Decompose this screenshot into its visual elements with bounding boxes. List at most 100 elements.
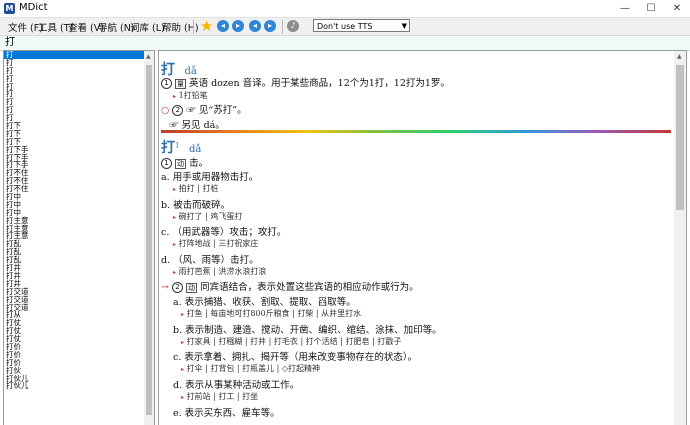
example-text: 打伞 | 打背包 | 打瓶盖儿 | ◇打起精神 bbox=[186, 364, 321, 373]
toolbar-separator bbox=[193, 20, 194, 34]
pos-tag: 动 bbox=[186, 282, 198, 293]
see-icon: ☞ bbox=[186, 105, 196, 116]
subsense-a: a. 用手或用器物击打。 bbox=[161, 172, 259, 183]
scrollbar-thumb[interactable] bbox=[146, 65, 152, 415]
bullet-icon: ▸ bbox=[173, 269, 177, 276]
list-item[interactable]: 打 bbox=[4, 51, 154, 59]
subsense-d: d. （风、雨等）击打。 bbox=[161, 255, 259, 266]
example-text: 雨打芭蕉 | 洪涝水浪打浪 bbox=[178, 267, 267, 276]
word-list: 打打打打打打打打打打下 打下 打下 打下手 打下手 打下手 打不住 打不住 打不住 打中 打中 打中打… bbox=[3, 50, 155, 425]
star-icon[interactable]: ★ bbox=[200, 17, 213, 35]
title-bar: M MDict — ☐ ✕ bbox=[0, 0, 690, 18]
definition-text: 同宾语结合，表示处置这些宾语的相应动作或行为。 bbox=[200, 282, 419, 293]
list-item[interactable]: 打价 bbox=[4, 350, 154, 359]
list-item[interactable]: 打仗 bbox=[4, 319, 154, 327]
pinyin: dǎ bbox=[188, 144, 202, 155]
list-item[interactable]: 打 bbox=[4, 82, 154, 91]
maximize-button[interactable]: ☐ bbox=[638, 0, 664, 17]
list-item[interactable]: 打中 bbox=[4, 193, 154, 201]
list-item[interactable]: 打价 bbox=[4, 358, 154, 367]
tts-select[interactable]: Don't use TTS ▼ bbox=[313, 19, 410, 32]
minimize-button[interactable]: — bbox=[612, 0, 638, 17]
menu-library[interactable]: 词库 (L) bbox=[130, 20, 165, 34]
scroll-up-icon[interactable]: ▲ bbox=[677, 53, 682, 60]
prev-icon[interactable]: ◂ bbox=[249, 20, 261, 32]
definition-scrollbar[interactable]: ▲ bbox=[674, 51, 686, 425]
tts-select-value: Don't use TTS bbox=[317, 22, 373, 31]
list-item[interactable]: 打从 bbox=[4, 311, 154, 319]
subsense-c: c. 表示拿着、拥扎、揭开等（用来改变事物存在的状态）。 bbox=[173, 352, 418, 363]
subsense-b: b. 表示制造、建造、搅动、开凿、编织、绾结、涂抹、加印等。 bbox=[173, 325, 442, 336]
homograph-number: 1 bbox=[175, 141, 180, 150]
pos-tag: 量 bbox=[175, 78, 187, 89]
headword: 打 bbox=[161, 140, 175, 156]
bullet-icon: ▸ bbox=[173, 186, 177, 193]
scroll-up-icon[interactable]: ▲ bbox=[146, 53, 151, 60]
list-item[interactable]: 打 bbox=[4, 58, 154, 67]
back-icon[interactable]: ◂ bbox=[217, 20, 229, 32]
list-item[interactable]: 打价 bbox=[4, 343, 154, 351]
definition-pane: 打 dǎ 1 量 英语 dozen 音译。用于某些商品，12个为1打，12打为1… bbox=[158, 50, 687, 425]
circle-bullet-icon: ○ bbox=[161, 105, 170, 116]
subsense-e: e. 表示买东西、雇车等。 bbox=[173, 408, 280, 419]
list-item[interactable]: 打下 bbox=[4, 130, 154, 138]
scrollbar-thumb[interactable] bbox=[676, 65, 684, 210]
list-item[interactable]: 打仗 bbox=[4, 335, 154, 343]
pos-tag: 动 bbox=[175, 158, 187, 169]
bullet-icon: ▸ bbox=[181, 311, 185, 318]
sense-number: 2 bbox=[172, 105, 184, 116]
bullet-icon: ▸ bbox=[181, 339, 185, 346]
cross-reference[interactable]: 见“苏打”。 bbox=[199, 105, 247, 116]
chevron-down-icon: ▼ bbox=[401, 22, 407, 30]
list-item[interactable]: 打 bbox=[4, 74, 154, 83]
bullet-icon: ▸ bbox=[173, 241, 177, 248]
list-item[interactable]: 打仗 bbox=[4, 327, 154, 335]
bullet-icon: ▸ bbox=[173, 214, 177, 221]
subsense-a: a. 表示捕猎、收获、割取、提取、舀取等。 bbox=[173, 297, 356, 308]
list-item[interactable]: 打井 bbox=[4, 272, 154, 280]
app-icon: M bbox=[4, 3, 15, 14]
list-item[interactable]: 打 bbox=[4, 66, 154, 75]
example-text: 打鱼 | 每亩地可打800斤粮食 | 打柴 | 从井里打水 bbox=[186, 309, 362, 318]
list-item[interactable]: 打 bbox=[4, 90, 154, 98]
example-text: 打家具 | 打糨糊 | 打井 | 打毛衣 | 打个活结 | 打肥皂 | 打戳子 bbox=[186, 337, 402, 346]
example-text: 碗打了 | 鸡飞蛋打 bbox=[178, 212, 243, 221]
list-item[interactable]: 打乱 bbox=[4, 256, 154, 264]
entry-divider bbox=[161, 130, 671, 133]
list-item[interactable]: 打 bbox=[4, 98, 154, 106]
bullet-icon: ▸ bbox=[181, 366, 185, 373]
sense-number: 2 bbox=[172, 282, 183, 293]
list-item[interactable]: 打乱 bbox=[4, 248, 154, 256]
list-item[interactable]: 打伙儿 bbox=[4, 382, 154, 390]
next-icon[interactable]: ▸ bbox=[264, 20, 276, 32]
example-text: 打阵地战 | 三打祝家庄 bbox=[178, 239, 259, 248]
subsense-d: d. 表示从事某种活动或工作。 bbox=[173, 380, 300, 391]
sense-number: 1 bbox=[161, 158, 172, 169]
subsense-b: b. 被击而破碎。 bbox=[161, 200, 231, 211]
example-text: 打前站 | 打工 | 打坐 bbox=[186, 392, 259, 401]
list-item[interactable]: 打下 bbox=[4, 122, 154, 130]
definition-text: 英语 dozen 音译。用于某些商品，12个为1打，12打为1罗。 bbox=[189, 78, 450, 89]
list-item[interactable]: 打 bbox=[4, 114, 154, 122]
bullet-icon: ▸ bbox=[173, 93, 177, 100]
list-item[interactable]: 打交道 bbox=[4, 303, 154, 312]
arrow-icon: → bbox=[161, 282, 169, 293]
list-item[interactable]: 打中 bbox=[4, 201, 154, 209]
list-item[interactable]: 打井 bbox=[4, 264, 154, 272]
list-item[interactable]: 打 bbox=[4, 106, 154, 114]
list-item[interactable]: 打主意 bbox=[4, 232, 154, 240]
window-title: MDict bbox=[19, 2, 48, 13]
word-list-scrollbar[interactable]: ▲ bbox=[144, 51, 154, 425]
list-item[interactable]: 打乱 bbox=[4, 240, 154, 248]
search-input[interactable]: 打 bbox=[5, 36, 15, 50]
example-text: 拍打 | 打桩 bbox=[178, 184, 219, 193]
toolbar-separator bbox=[282, 20, 283, 34]
forward-icon[interactable]: ▸ bbox=[232, 20, 244, 32]
subsense-c: c. （用武器等）攻击；攻打。 bbox=[161, 227, 287, 238]
list-item[interactable]: 打不住 bbox=[4, 185, 154, 193]
close-button[interactable]: ✕ bbox=[664, 0, 690, 17]
search-bar[interactable]: 打 bbox=[0, 35, 690, 51]
speaker-icon[interactable]: ♪ bbox=[287, 20, 299, 32]
sense-number: 1 bbox=[161, 78, 172, 89]
definition-text: 击。 bbox=[189, 158, 209, 169]
